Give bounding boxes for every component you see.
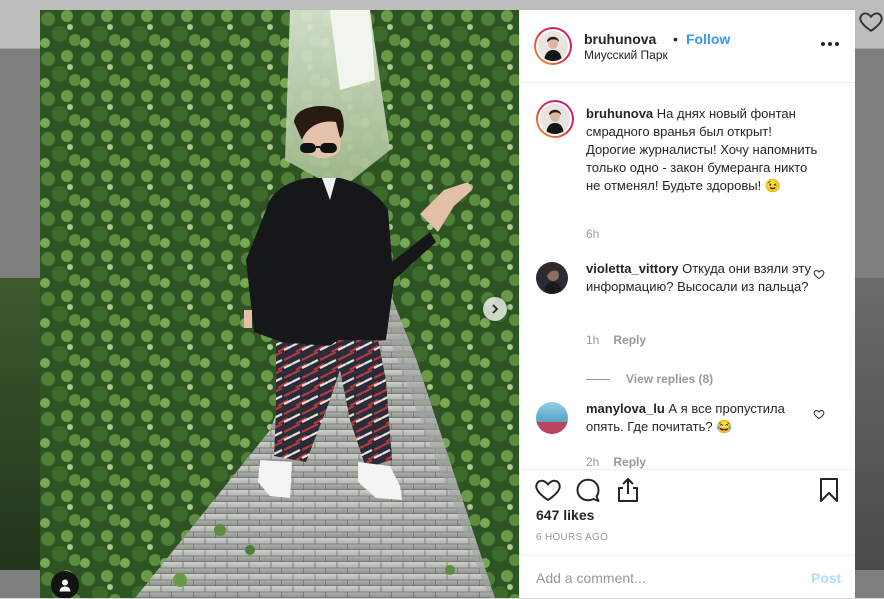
comment-text-block: violetta_vittory Откуда они взяли эту ин… (586, 260, 816, 296)
photo-scene (40, 10, 519, 598)
post-comment-button[interactable]: Post (811, 570, 841, 586)
more-icon (821, 42, 825, 46)
chevron-right-icon (492, 304, 499, 314)
add-comment-bar: Post (520, 555, 855, 599)
next-photo-button[interactable] (483, 297, 507, 321)
author-username[interactable]: bruhunova (584, 31, 656, 47)
comment-time[interactable]: 2h (586, 455, 599, 469)
comment-username[interactable]: manylova_lu (586, 401, 665, 416)
commenter-avatar[interactable] (536, 402, 568, 434)
post-details-panel: bruhunova • Follow Миусский Парк bruhuno… (519, 10, 855, 598)
caption-username[interactable]: bruhunova (586, 106, 653, 121)
bookmark-icon[interactable] (815, 476, 843, 504)
follow-button[interactable]: Follow (686, 31, 730, 47)
background-photo-right (853, 278, 884, 570)
comment-time[interactable]: 1h (586, 333, 599, 347)
add-comment-input[interactable] (536, 570, 786, 586)
more-icon-dot (835, 42, 839, 46)
comment-meta: 1h Reply (586, 333, 646, 347)
reply-button[interactable]: Reply (613, 333, 646, 347)
author-avatar-image (538, 31, 568, 61)
post-header: bruhunova • Follow Миусский Парк (520, 10, 855, 83)
background-photo-left (0, 278, 40, 570)
view-replies-line (586, 379, 610, 381)
more-icon-dot (828, 42, 832, 46)
caption-time[interactable]: 6h (586, 227, 599, 241)
likes-count[interactable]: 647 likes (536, 507, 594, 523)
caption-text-block: bruhunova На днях новый фонтан смрадного… (586, 105, 821, 195)
share-icon[interactable] (614, 476, 642, 504)
caption-avatar[interactable] (536, 100, 574, 138)
comment-meta: 2h Reply (586, 455, 646, 469)
user-tag-icon (59, 579, 71, 592)
commenter-avatar[interactable] (536, 262, 568, 294)
comment-text-block: manylova_lu А я все пропустила опять. Гд… (586, 400, 816, 436)
view-replies-label: View replies (8) (626, 372, 714, 386)
comments-list[interactable]: bruhunova На днях новый фонтан смрадного… (520, 83, 855, 469)
view-replies-button[interactable]: View replies (8) (586, 372, 713, 386)
reply-button[interactable]: Reply (613, 455, 646, 469)
comment-icon[interactable] (574, 476, 602, 504)
background-heart-icon (859, 12, 883, 32)
tagged-users-button[interactable] (51, 571, 79, 598)
like-comment-heart-icon[interactable] (813, 268, 825, 280)
comment-username[interactable]: violetta_vittory (586, 261, 678, 276)
post-photo[interactable] (40, 10, 519, 598)
heart-icon[interactable] (534, 476, 562, 504)
caption-avatar-image (540, 104, 570, 134)
like-comment-heart-icon[interactable] (813, 408, 825, 420)
post-location[interactable]: Миусский Парк (584, 48, 668, 62)
more-options-button[interactable] (820, 40, 840, 48)
separator-dot: • (673, 31, 678, 47)
action-bar (520, 469, 855, 510)
author-avatar[interactable] (534, 27, 572, 65)
post-timestamp[interactable]: 6 HOURS AGO (536, 532, 608, 543)
